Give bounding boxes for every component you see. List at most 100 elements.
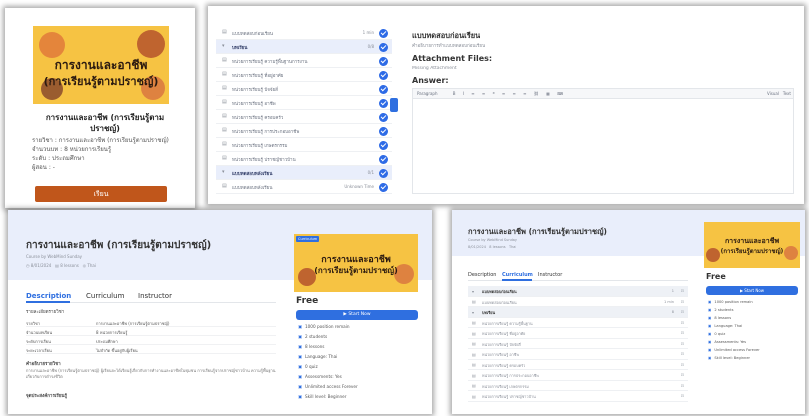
feature-icon: ▣	[708, 348, 712, 352]
curriculum-item[interactable]: ▤ หน่วยการเรียนรู้ ปราชญ์ชาวบ้าน ⊡	[468, 391, 688, 402]
sidebar-item[interactable]: ▤ หน่วยการเรียนรู้ ปัจจัยสี่	[216, 82, 392, 96]
feature-icon: ▣	[298, 364, 302, 369]
sidebar-item[interactable]: ▤ หน่วยการเรียนรู้ ความรู้พื้นฐานการงาน	[216, 54, 392, 68]
feature-item: ▣ 8 lessons	[708, 316, 731, 320]
curriculum-item[interactable]: ▤ หน่วยการเรียนรู้ เกษตรกรรม ⊡	[468, 380, 688, 391]
desc-label: ระยะเวลาเรียน	[26, 348, 52, 353]
feature-icon: ▣	[708, 340, 712, 344]
meta-row: ระดับ : ประถมศึกษา	[32, 154, 182, 163]
sidebar-item[interactable]: ▤ หน่วยการเรียนรู้ ปราชญ์ชาวบ้าน	[216, 152, 392, 166]
sidebar-item[interactable]: ▤ หน่วยการเรียนรู้ อาชีพ	[216, 96, 392, 110]
feature-label: 8 lessons	[714, 316, 732, 320]
about-heading: คำอธิบายรายวิชา	[26, 362, 61, 367]
curriculum-section[interactable]: ▾ บทเรียน 8 ⊡	[468, 307, 688, 318]
feature-item: ▣ 1000 position remain	[298, 324, 350, 329]
tab-curriculum[interactable]: Curriculum	[86, 292, 124, 300]
curriculum-item[interactable]: ▤ หน่วยการเรียนรู้ การประกอบอาชีพ ⊡	[468, 370, 688, 381]
start-now-button[interactable]: ▶ Start Now	[296, 310, 418, 320]
sidebar-item[interactable]: ▤ แบบทดสอบหลังเรียน Unknown Time	[216, 180, 392, 194]
feature-item: ▣ Unlimited access Forever	[708, 348, 760, 352]
course-lessons: 8 lessons	[60, 263, 79, 268]
doc-icon: ▤	[472, 372, 476, 378]
feature-label: 2 students	[714, 308, 734, 312]
enroll-button[interactable]: เรียน	[35, 186, 167, 202]
check-circle-icon	[379, 154, 388, 164]
course-cover-image: การงานและอาชีพ (การเรียนรู้ตามปราชญ์)	[33, 26, 169, 104]
lesson-subheading: คำอธิบายการทำแบบทดสอบก่อนเรียน	[412, 44, 486, 49]
curriculum-item[interactable]: ▤ แบบทดสอบก่อนเรียน 1 min ⊡	[468, 296, 688, 307]
feature-icon: ▣	[298, 394, 302, 399]
doc-icon: ▤	[472, 393, 476, 399]
feature-icon: ▣	[708, 332, 712, 336]
feature-label: 8 lessons	[304, 344, 325, 349]
tab-curriculum[interactable]: Curriculum	[502, 272, 533, 278]
desc-row: ระยะเวลาเรียน ไม่จำกัด ขึ้นอยู่กับผู้เรีย…	[26, 345, 276, 354]
visual-tab[interactable]: Visual	[767, 89, 779, 99]
feature-item: ▣ Assessments: Yes	[298, 374, 342, 379]
desc-value: 8 หน่วยการเรียนรู้	[96, 330, 128, 335]
curriculum-list: ▾ แบบทดสอบก่อนเรียน 1 ⊡ ▤ แบบทดสอบก่อนเรียน 1 …	[468, 286, 688, 408]
sidebar-toggle-button[interactable]	[390, 98, 398, 112]
course-date: 8/01/2024	[30, 263, 52, 268]
doc-icon: ▤	[222, 99, 227, 105]
curriculum-section[interactable]: ▾ แบบทดสอบก่อนเรียน 1 ⊡	[468, 286, 688, 297]
lock-icon: ⊡	[680, 309, 684, 314]
lock-icon: ⊡	[680, 382, 684, 388]
feature-label: 0 quiz	[304, 364, 318, 369]
curriculum-item[interactable]: ▤ หน่วยการเรียนรู้ ความรู้พื้นฐาน ⊡	[468, 317, 688, 328]
feature-label: Language: Thai	[304, 354, 338, 359]
feature-icon: ▣	[298, 354, 302, 359]
answer-editor[interactable]: Paragraph B I ≡ ≡ ❝ ≡ ≡ ≡ ⛓ ▦ ⌨ Visual T…	[412, 88, 794, 194]
sidebar-section[interactable]: ▾ แบบทดสอบหลังเรียน 0/1	[216, 166, 392, 180]
sidebar-item-label: หน่วยการเรียนรู้ การประกอบอาชีพ	[232, 130, 300, 135]
desc-value: ประถมศึกษา	[96, 339, 118, 344]
cover-title-line2: (การเรียนรู้ตามปราชญ์)	[43, 75, 159, 88]
sidebar-item[interactable]: ▤ หน่วยการเรียนรู้ การประกอบอาชีพ	[216, 124, 392, 138]
doc-icon: ▤	[472, 299, 476, 304]
globe-icon: ◎	[82, 263, 87, 268]
curriculum-item[interactable]: ▤ หน่วยการเรียนรู้ ที่อยู่อาศัย ⊡	[468, 328, 688, 339]
sidebar-item-label: แบบทดสอบหลังเรียน	[232, 172, 273, 177]
lock-icon: ⊡	[680, 298, 684, 304]
price-label: Free	[706, 272, 726, 281]
curriculum-badge: Curriculum	[296, 236, 320, 242]
sidebar-item[interactable]: ▤ หน่วยการเรียนรู้ เกษตรกรรม	[216, 138, 392, 152]
paragraph-select[interactable]: Paragraph	[417, 91, 438, 96]
curriculum-item[interactable]: ▤ หน่วยการเรียนรู้ ปัจจัยสี่ ⊡	[468, 338, 688, 349]
sidebar-item[interactable]: ▤ แบบทดสอบก่อนเรียน 1 min	[216, 26, 392, 40]
feature-label: Language: Thai	[714, 324, 743, 328]
doc-icon: ▤	[222, 29, 227, 35]
text-tab[interactable]: Text	[783, 89, 791, 99]
sidebar-item[interactable]: ▤ หน่วยการเรียนรู้ ที่อยู่อาศัย	[216, 68, 392, 82]
doc-icon: ▤	[222, 183, 227, 189]
curriculum-meta: 8/01/2024 8 lessons Thai	[468, 245, 516, 249]
feature-icon: ▣	[708, 324, 712, 328]
curriculum-item[interactable]: ▤ หน่วยการเรียนรู้ อาชีพ ⊡	[468, 349, 688, 360]
check-circle-icon	[379, 28, 388, 38]
tab-instructor[interactable]: Instructor	[538, 272, 562, 278]
feature-icon: ▣	[298, 344, 302, 349]
start-now-button[interactable]: ▶ Start Now	[706, 286, 798, 295]
check-circle-icon	[379, 140, 388, 150]
sidebar-item-label: หน่วยการเรียนรู้ ที่อยู่อาศัย	[232, 74, 284, 79]
feature-icon: ▣	[298, 384, 302, 389]
tab-description[interactable]: Description	[26, 292, 71, 300]
curriculum-label: หน่วยการเรียนรู้ ที่อยู่อาศัย	[482, 331, 526, 336]
doc-icon: ▤	[472, 341, 476, 346]
sidebar-section[interactable]: ▾ บทเรียน 0/8	[216, 40, 392, 54]
tab-description[interactable]: Description	[468, 272, 496, 278]
check-circle-icon	[379, 126, 388, 136]
answer-label: Answer:	[412, 76, 449, 85]
tab-instructor[interactable]: Instructor	[138, 292, 172, 300]
curriculum-author: Course by WebMind Sunday	[468, 238, 518, 242]
chevron-down-icon: ▾	[472, 309, 475, 315]
feature-item: ▣ 2 students	[298, 334, 327, 339]
curriculum-label: แบบทดสอบก่อนเรียน	[482, 289, 517, 294]
format-icons[interactable]: B I ≡ ≡ ❝ ≡ ≡ ≡ ⛓ ▦ ⌨	[453, 91, 566, 96]
sidebar-item[interactable]: ▤ หน่วยการเรียนรู้ ครอบครัว	[216, 110, 392, 124]
meta-label: รายวิชา	[32, 137, 53, 144]
chevron-down-icon: ▾	[222, 169, 225, 175]
feature-icon: ▣	[708, 356, 712, 360]
start-now-label: Start Now	[348, 312, 371, 317]
curriculum-item[interactable]: ▤ หน่วยการเรียนรู้ ครอบครัว ⊡	[468, 359, 688, 370]
